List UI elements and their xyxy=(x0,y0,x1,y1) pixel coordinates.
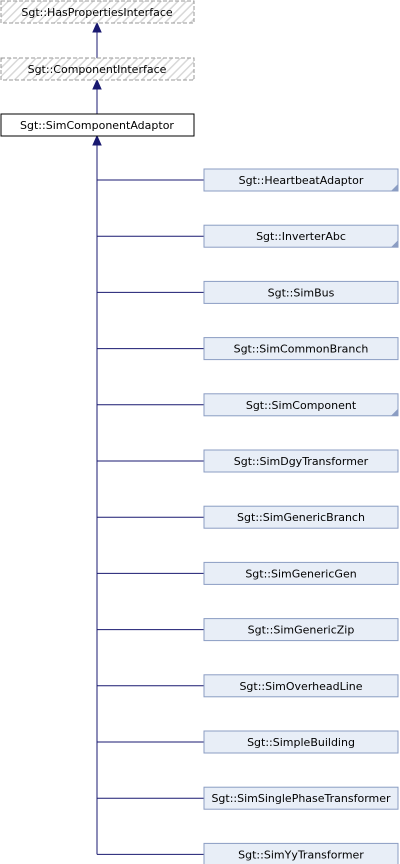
interface-label: Sgt::ComponentInterface xyxy=(28,63,167,76)
derived-class-label: Sgt::SimBus xyxy=(268,286,335,299)
derived-classes: Sgt::HeartbeatAdaptorSgt::InverterAbcSgt… xyxy=(203,168,399,864)
inheritance-arrowhead xyxy=(92,78,102,90)
derived-class-label: Sgt::SimOverheadLine xyxy=(239,680,362,693)
derived-class-node[interactable]: Sgt::SimYyTransformer xyxy=(203,842,399,864)
base-class-label: Sgt::SimComponentAdaptor xyxy=(20,119,174,132)
derived-class-node[interactable]: Sgt::SimOverheadLine xyxy=(203,674,399,698)
derived-class-label: Sgt::SimpleBuilding xyxy=(247,736,355,749)
inheritance-arrowhead xyxy=(92,134,102,146)
sim-component-adaptor-node[interactable]: Sgt::SimComponentAdaptor xyxy=(0,113,195,137)
derived-class-node[interactable]: Sgt::SimComponent xyxy=(203,393,399,417)
interface-label: Sgt::HasPropertiesInterface xyxy=(21,6,173,19)
derived-class-node[interactable]: Sgt::SimGenericGen xyxy=(203,561,399,585)
derived-class-node[interactable]: Sgt::HeartbeatAdaptor xyxy=(203,168,399,192)
derived-class-node[interactable]: Sgt::InverterAbc xyxy=(203,224,399,248)
derived-class-node[interactable]: Sgt::SimpleBuilding xyxy=(203,730,399,754)
derived-class-label: Sgt::SimGenericZip xyxy=(248,624,355,637)
derived-class-node[interactable]: Sgt::SimDgyTransformer xyxy=(203,449,399,473)
inheritance-arrowhead xyxy=(92,21,102,33)
derived-class-label: Sgt::HeartbeatAdaptor xyxy=(239,174,364,187)
derived-class-label: Sgt::SimSinglePhaseTransformer xyxy=(211,792,391,805)
derived-class-node[interactable]: Sgt::SimGenericZip xyxy=(203,618,399,642)
derived-class-label: Sgt::SimDgyTransformer xyxy=(234,455,369,468)
has-properties-interface-node[interactable]: Sgt::HasPropertiesInterface xyxy=(0,0,195,24)
derived-class-label: Sgt::SimYyTransformer xyxy=(238,848,364,861)
derived-class-node[interactable]: Sgt::SimGenericBranch xyxy=(203,505,399,529)
derived-class-node[interactable]: Sgt::SimBus xyxy=(203,280,399,304)
derived-class-label: Sgt::InverterAbc xyxy=(256,230,346,243)
derived-class-label: Sgt::SimComponent xyxy=(246,399,357,412)
derived-class-label: Sgt::SimGenericGen xyxy=(245,567,356,580)
inheritance-edges xyxy=(92,21,204,855)
derived-class-node[interactable]: Sgt::SimSinglePhaseTransformer xyxy=(203,786,399,810)
derived-class-label: Sgt::SimCommonBranch xyxy=(234,343,369,356)
derived-class-label: Sgt::SimGenericBranch xyxy=(237,511,365,524)
component-interface-node[interactable]: Sgt::ComponentInterface xyxy=(0,57,195,81)
derived-class-node[interactable]: Sgt::SimCommonBranch xyxy=(203,337,399,361)
inheritance-diagram: Sgt::HasPropertiesInterface Sgt::Compone… xyxy=(0,0,399,864)
